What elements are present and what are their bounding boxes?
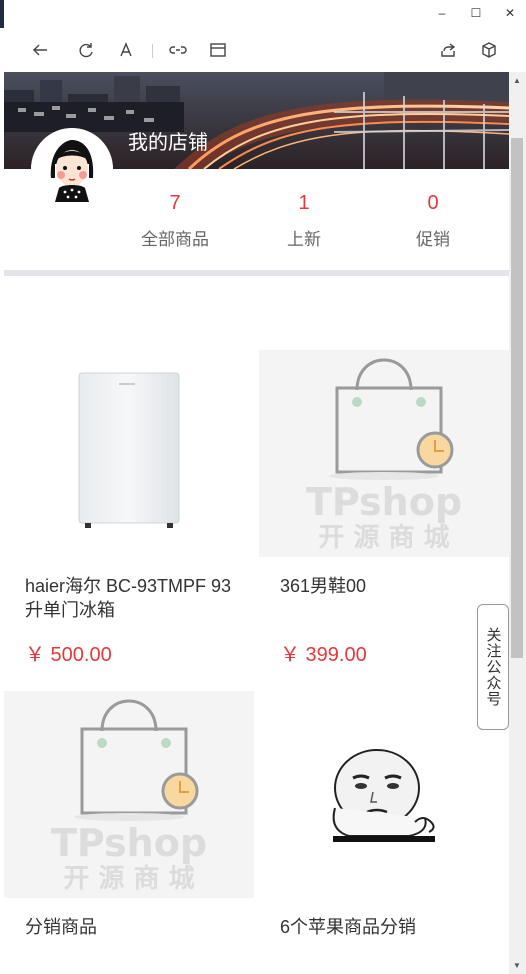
placeholder-tagline: 开 源 商 城 [63,863,194,894]
placeholder-tagline: 开 源 商 城 [318,522,449,553]
product-price: ￥ 399.00 [280,644,367,666]
stat-value: 7 [169,192,181,214]
follow-official-account-button[interactable]: 关注公众号 [477,604,509,730]
placeholder-brand: TPshop [306,480,462,524]
product-name[interactable]: 361男鞋00 [280,574,495,598]
vertical-scrollbar[interactable]: ▲ ▼ [509,72,526,974]
product-card[interactable]: 6个苹果商品分销 [259,691,509,974]
title-bar: – ☐ ✕ [0,0,526,28]
store-stats: 7 全部商品 1 上新 0 促销 [4,182,509,262]
share-icon[interactable] [436,38,460,62]
close-button[interactable]: ✕ [500,4,520,22]
scroll-up-arrow-icon[interactable]: ▲ [513,76,521,85]
product-price: ￥ 500.00 [25,644,112,666]
product-name[interactable]: haier海尔 BC-93TMPF 93升单门冰箱 [25,574,240,622]
stat-promotions[interactable]: 0 促销 [373,192,493,250]
stat-label: 促销 [416,230,450,249]
product-card[interactable]: haier海尔 BC-93TMPF 93升单门冰箱 ￥ 500.00 [4,350,254,680]
product-image-placeholder[interactable]: TPshop 开 源 商 城 [259,350,509,557]
section-divider [4,270,509,276]
scrollbar-thumb[interactable] [511,138,523,658]
stat-new-arrivals[interactable]: 1 上新 [244,192,364,250]
product-name[interactable]: 6个苹果商品分销 [280,915,495,939]
product-image-meme-face[interactable] [259,691,509,898]
stat-value: 0 [427,192,439,214]
product-name[interactable]: 分销商品 [25,915,240,939]
store-name: 我的店铺 [128,132,208,154]
minimize-button[interactable]: – [432,4,452,22]
stat-label: 上新 [287,230,321,249]
stat-value: 1 [298,192,310,214]
stat-label: 全部商品 [141,230,209,249]
browser-window: – ☐ ✕ 我的店铺 7 全部商品 1 上新 0 促销 haier海尔 BC-9… [0,0,526,974]
placeholder-brand: TPshop [51,821,207,865]
maximize-button[interactable]: ☐ [466,4,486,22]
product-card[interactable]: TPshop 开 源 商 城 分销商品 [4,691,254,974]
font-icon[interactable] [114,38,138,62]
layout-icon[interactable] [206,38,230,62]
product-card[interactable]: TPshop 开 源 商 城 361男鞋00 ￥ 399.00 [259,350,509,680]
back-icon[interactable] [28,38,52,62]
product-image-fridge[interactable] [4,350,254,557]
link-icon[interactable] [166,38,190,62]
page-viewport: 我的店铺 7 全部商品 1 上新 0 促销 haier海尔 BC-93TMPF … [4,72,509,974]
toolbar-separator [152,44,153,58]
cube-icon[interactable] [477,38,501,62]
product-image-placeholder[interactable]: TPshop 开 源 商 城 [4,691,254,898]
title-bar-accent [0,0,4,28]
scroll-down-arrow-icon[interactable]: ▼ [513,961,521,970]
refresh-icon[interactable] [74,38,98,62]
browser-toolbar [0,28,526,72]
stat-all-products[interactable]: 7 全部商品 [115,192,235,250]
